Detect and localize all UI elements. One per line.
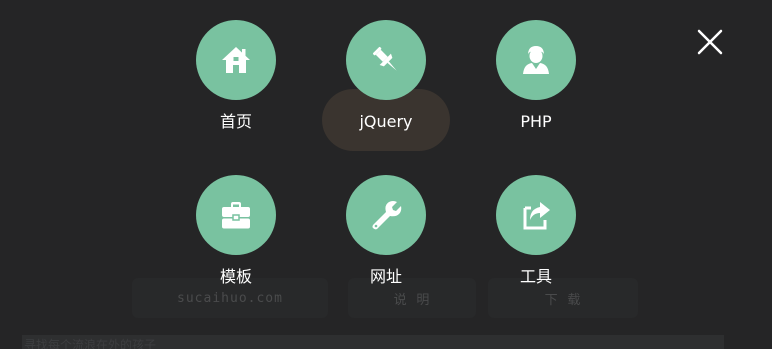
menu-item-templates-label: 模板 — [219, 267, 252, 286]
menu-item-templates[interactable]: 模板 — [176, 175, 296, 287]
close-button[interactable] — [696, 28, 724, 56]
menu-item-php-label: PHP — [520, 112, 552, 131]
pin-icon — [372, 46, 397, 71]
menu-item-home[interactable]: 首页 — [176, 20, 296, 132]
menu-item-jquery[interactable]: jQuery — [326, 20, 446, 132]
bg-text-bar: 寻找每个流浪在外的孩子 — [22, 335, 724, 349]
menu-item-jquery-circle[interactable] — [346, 20, 426, 100]
menu-item-links[interactable]: 网址 — [326, 175, 446, 287]
menu-item-links-circle[interactable] — [346, 175, 426, 255]
menu-item-templates-circle[interactable] — [196, 175, 276, 255]
menu-item-links-label: 网址 — [369, 267, 402, 286]
menu-item-jquery-label: jQuery — [359, 112, 413, 131]
menu-item-tools[interactable]: 工具 — [476, 175, 596, 287]
home-icon — [222, 47, 250, 73]
wrench-icon — [372, 201, 402, 230]
menu-item-tools-circle[interactable] — [496, 175, 576, 255]
menu-item-home-circle[interactable] — [196, 20, 276, 100]
user-icon — [523, 46, 549, 74]
menu-item-tools-label: 工具 — [519, 267, 552, 286]
share-icon — [523, 202, 550, 230]
briefcase-icon — [222, 202, 250, 229]
menu-item-php-circle[interactable] — [496, 20, 576, 100]
menu-item-php[interactable]: PHP — [476, 20, 596, 132]
menu-item-home-label: 首页 — [219, 112, 252, 131]
close-icon — [697, 29, 723, 55]
